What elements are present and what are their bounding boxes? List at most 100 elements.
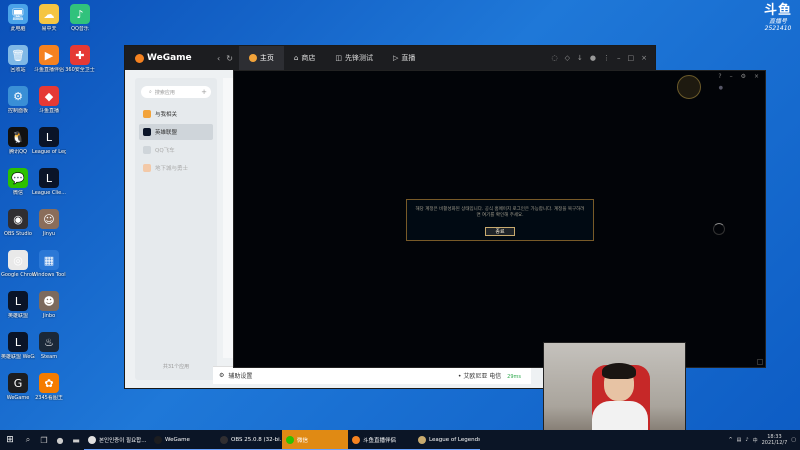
apps-count: 共31个应用 [162, 364, 190, 370]
windows-start-icon[interactable]: ⊞ [0, 430, 20, 450]
taskbar-app-label: 斗鱼直播伴侣 [363, 437, 397, 444]
douyu-logo: 斗鱼 [763, 3, 792, 18]
desktop-icon-label: OBS Studio [4, 231, 32, 237]
game-list-item[interactable]: 与我相关 [139, 106, 213, 122]
menu-icon[interactable]: ⋮ [603, 54, 610, 62]
game-label: 地下城与勇士 [155, 166, 189, 172]
taskbar-app[interactable]: 본인인증이 필요합... [84, 430, 150, 450]
app-icon: L [39, 127, 59, 147]
app-icon: 🐧 [8, 127, 28, 147]
user-avatar-icon[interactable]: ● [590, 54, 596, 62]
desktop-icon[interactable]: ♪ QQ音乐 [63, 4, 97, 32]
headset-icon[interactable]: ◌ [552, 54, 558, 62]
clock[interactable]: 18:33 2021/12/7 [762, 434, 788, 446]
desktop-icon[interactable]: 🖥 此电脑 [1, 4, 35, 32]
desktop-icon[interactable]: 🗑 回收站 [1, 45, 35, 73]
search-icon[interactable]: ⌕ [20, 430, 36, 450]
game-label: 英雄联盟 [155, 130, 178, 136]
minimize-icon[interactable]: – [617, 54, 621, 62]
tray-chevron-icon[interactable]: ^ [728, 437, 732, 443]
gear-icon[interactable]: ⚙ [219, 372, 224, 379]
summoner-avatar[interactable] [677, 75, 701, 99]
download-icon[interactable]: ↓ [577, 54, 583, 62]
back-arrow-icon[interactable]: ‹ [217, 54, 220, 63]
live-icon: ▷ [392, 54, 399, 62]
tab-4[interactable]: ▷ 直播 [383, 46, 425, 70]
close-icon[interactable]: × [641, 54, 647, 62]
wegame-title-actions: ◌ ◇ ↓ ● ⋮ – □ × [552, 54, 655, 62]
game-list-item[interactable]: 地下城与勇士 [139, 160, 213, 176]
refresh-icon[interactable]: ↻ [226, 54, 233, 63]
close-icon[interactable]: × [754, 73, 759, 80]
game-icon [143, 146, 151, 154]
desktop-icon[interactable]: G WeGame [1, 373, 35, 401]
volume-icon[interactable]: ♪ [745, 437, 748, 443]
desktop-icon-label: League of Legends [32, 149, 66, 155]
file-explorer-icon[interactable]: ▬ [68, 430, 84, 450]
app-icon: ☻ [39, 291, 59, 311]
desktop-icon[interactable]: ♨ Steam [32, 332, 66, 360]
douyu-sub: 直播号 [768, 18, 787, 25]
desktop-icon[interactable]: L 英雄联盟 [1, 291, 35, 319]
desktop-icon[interactable]: ☻ Jinbo [32, 291, 66, 319]
desktop-icon[interactable]: 💬 微信 [1, 168, 35, 196]
desktop-icon[interactable]: ◆ 斗鱼直播 [32, 86, 66, 114]
desktop-icon[interactable]: L League Clie... [32, 168, 66, 196]
add-app-icon[interactable]: + [201, 88, 207, 96]
game-list-item[interactable]: QQ飞车 [139, 142, 213, 158]
notification-icon[interactable]: ▢ [791, 437, 796, 443]
minimize-icon[interactable]: – [730, 73, 733, 80]
desktop-icon[interactable]: ☁ 易中天 [32, 4, 66, 32]
server-status[interactable]: • 艾欧尼亚 电信 29ms [458, 371, 521, 380]
assist-settings-link[interactable]: 辅助设置 [228, 371, 252, 380]
desktop-icon[interactable]: ☺ Jinyu [32, 209, 66, 237]
tab-1[interactable]: 主页 [238, 46, 284, 70]
taskbar-app[interactable]: 微信 [282, 430, 348, 450]
tab-2[interactable]: ⌂ 商店 [284, 46, 325, 70]
desktop-icon[interactable]: ▶ 斗鱼直播伴侣 [32, 45, 66, 73]
desktop-icon[interactable]: ⚙ 控制面板 [1, 86, 35, 114]
taskbar-app[interactable]: OBS 25.0.8 (32-bi... [216, 430, 282, 450]
dialog-message: 해당 계정은 비활성화된 상태입니다. 공식 홈페이지 로그인은 가능합니다. … [415, 207, 585, 218]
server-name: • 艾欧尼亚 电信 [457, 373, 502, 380]
app-icon: ⚙ [8, 86, 28, 106]
ime-icon[interactable]: 中 [753, 437, 758, 444]
desktop-icon[interactable]: 🐧 腾讯QQ [1, 127, 35, 155]
desktop-icon-label: Steam [40, 354, 58, 360]
network-icon[interactable]: ▤ [737, 437, 742, 443]
desktop-icon-label: 斗鱼直播伴侣 [33, 67, 64, 73]
desktop-icon[interactable]: ✚ 360安全卫士 [63, 45, 97, 73]
resize-handle[interactable] [757, 359, 763, 365]
maximize-icon[interactable]: □ [628, 54, 635, 62]
desktop-icon[interactable]: L 英雄联盟 WeGame版 [1, 332, 35, 360]
taskbar-app[interactable]: WeGame [150, 430, 216, 450]
pinned-app-icon[interactable]: ● [52, 430, 68, 450]
system-tray: ^ ▤ ♪ 中 18:33 2021/12/7 ▢ [728, 430, 796, 450]
app-icon: 💬 [8, 168, 28, 188]
taskbar-app[interactable]: League of Legends [414, 430, 480, 450]
wegame-logo-icon [135, 53, 144, 63]
game-controller-icon[interactable]: ◇ [565, 54, 570, 62]
tab-3[interactable]: ◫ 先锋测试 [325, 46, 383, 70]
exit-button[interactable]: 종료 [485, 227, 515, 236]
taskbar-app[interactable]: 斗鱼直播伴侣 [348, 430, 414, 450]
desktop-icon[interactable]: ▦ Windows Toolbox [32, 250, 66, 278]
store-icon: ⌂ [293, 54, 299, 62]
clock-date: 2021/12/7 [761, 440, 788, 446]
app-icon: ✿ [39, 373, 59, 393]
help-icon[interactable]: ? [718, 73, 721, 80]
loading-spinner-icon [713, 223, 725, 235]
task-view-icon[interactable]: ❐ [36, 430, 52, 450]
desktop-icon[interactable]: ✿ 2345看图王 [32, 373, 66, 401]
desktop-icon[interactable]: ◉ OBS Studio [1, 209, 35, 237]
douyu-room-number: 2521410 [764, 25, 792, 32]
app-icon: ◎ [8, 250, 28, 270]
desktop-icon[interactable]: L League of Legends [32, 127, 66, 155]
app-icon: L [8, 332, 28, 352]
settings-icon[interactable]: ⚙ [741, 73, 746, 80]
game-list-item[interactable]: 英雄联盟 [139, 124, 213, 140]
app-search-input[interactable]: ⌕ 搜索应用 + [141, 86, 211, 98]
server-ping: 29ms [507, 374, 521, 380]
online-status-icon: ● [718, 85, 723, 91]
desktop-icon[interactable]: ◎ Google Chrome [1, 250, 35, 278]
